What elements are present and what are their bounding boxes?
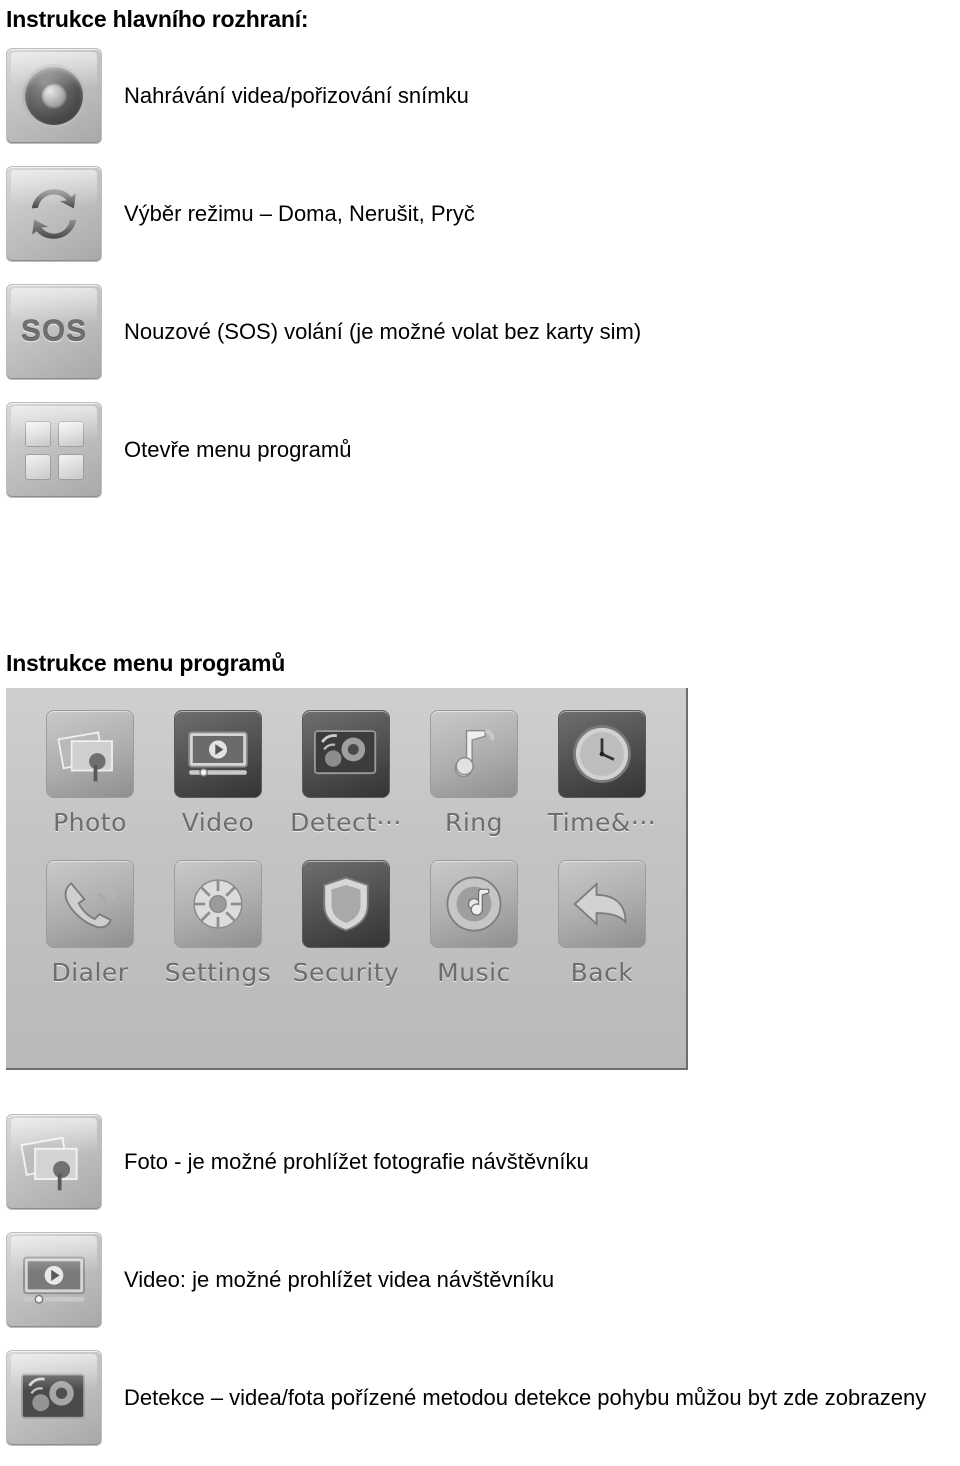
list-item-label: Nahrávání videa/pořizování snímku bbox=[124, 83, 469, 108]
phone-icon bbox=[46, 860, 134, 948]
detect-icon bbox=[302, 710, 390, 798]
app-icon-settings: Settings bbox=[154, 860, 282, 1010]
sos-icon: SOS bbox=[6, 284, 102, 380]
list-item-label: Detekce – videa/fota pořízené metodou de… bbox=[124, 1385, 927, 1410]
device-menu-screenshot: Photo Video Detect··· Ring Time&··· Dial… bbox=[6, 688, 688, 1070]
music-note-icon bbox=[430, 710, 518, 798]
back-arrow-icon bbox=[558, 860, 646, 948]
list-item-label: Foto - je možné prohlížet fotografie náv… bbox=[124, 1149, 589, 1174]
app-label: Back bbox=[570, 958, 634, 987]
list-item-label: Nouzové (SOS) volání (je možné volat bez… bbox=[124, 319, 642, 344]
list-item-photo-desc: Foto - je možné prohlížet fotografie náv… bbox=[6, 1114, 589, 1210]
photo-icon bbox=[6, 1114, 102, 1210]
list-item-detect-desc: Detekce – videa/fota pořízené metodou de… bbox=[6, 1350, 926, 1446]
video-icon bbox=[6, 1232, 102, 1328]
list-item-sos: SOS Nouzové (SOS) volání (je možné volat… bbox=[6, 284, 641, 380]
app-label: Music bbox=[437, 958, 511, 987]
list-item-label: Výběr režimu – Doma, Nerušit, Pryč bbox=[124, 201, 475, 226]
list-item-label: Video: je možné prohlížet videa návštěvn… bbox=[124, 1267, 555, 1292]
list-item-mode: Výběr režimu – Doma, Nerušit, Pryč bbox=[6, 166, 475, 262]
app-label: Ring bbox=[444, 808, 504, 837]
gear-icon bbox=[174, 860, 262, 948]
list-item-label: Otevře menu programů bbox=[124, 437, 352, 462]
clock-icon bbox=[558, 710, 646, 798]
app-icon-detect: Detect··· bbox=[282, 710, 410, 860]
app-label: Time&··· bbox=[547, 808, 657, 837]
app-grid-icon bbox=[6, 402, 102, 498]
mode-switch-icon bbox=[6, 166, 102, 262]
list-item-recording: Nahrávání videa/pořizování snímku bbox=[6, 48, 469, 144]
app-icon-ring: Ring bbox=[410, 710, 538, 860]
app-label: Settings bbox=[164, 958, 272, 987]
app-icon-dialer: Dialer bbox=[26, 860, 154, 1010]
photo-icon bbox=[46, 710, 134, 798]
app-label: Photo bbox=[53, 808, 127, 837]
list-item-video-desc: Video: je možné prohlížet videa návštěvn… bbox=[6, 1232, 554, 1328]
page-title-program-menu: Instrukce menu programů bbox=[6, 650, 286, 676]
document-page: Instrukce hlavního rozhraní: Nahrávání v… bbox=[0, 0, 960, 1466]
app-icon-back: Back bbox=[538, 860, 666, 1010]
app-label: Video bbox=[181, 808, 255, 837]
detect-icon bbox=[6, 1350, 102, 1446]
cd-music-icon bbox=[430, 860, 518, 948]
video-icon bbox=[174, 710, 262, 798]
app-label: Security bbox=[292, 958, 400, 987]
list-item-program-menu: Otevře menu programů bbox=[6, 402, 351, 498]
app-label: Detect··· bbox=[290, 808, 402, 837]
app-icon-video: Video bbox=[154, 710, 282, 860]
app-label: Dialer bbox=[51, 958, 129, 987]
page-title-main-interface: Instrukce hlavního rozhraní: bbox=[6, 6, 309, 32]
shield-icon bbox=[302, 860, 390, 948]
camera-record-icon bbox=[6, 48, 102, 144]
app-icon-security: Security bbox=[282, 860, 410, 1010]
app-icon-photo: Photo bbox=[26, 710, 154, 860]
app-icon-music: Music bbox=[410, 860, 538, 1010]
app-icon-time: Time&··· bbox=[538, 710, 666, 860]
